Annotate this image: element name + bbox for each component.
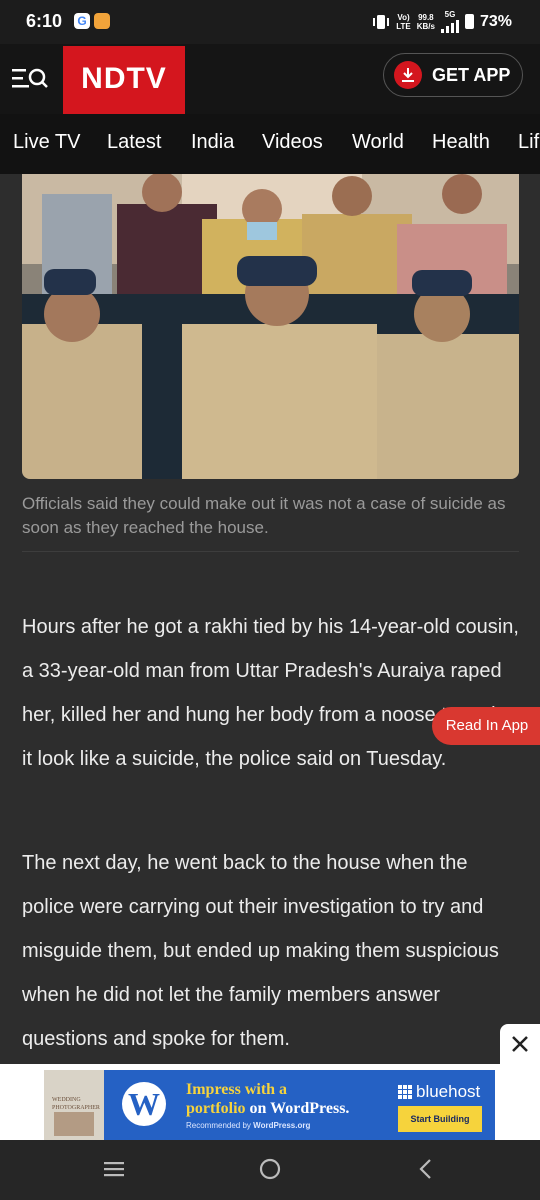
ad-thumb-image [54, 1112, 94, 1136]
get-app-label: GET APP [432, 64, 511, 85]
vibrate-icon [373, 14, 390, 29]
ad-banner-area: WEDDING PHOTOGRAPHER W Impress with a po… [0, 1064, 540, 1140]
status-bar: 6:10 G Vo) LTE 99.8 KB/s 5G 73% [0, 0, 540, 44]
signal-block: 5G [440, 10, 459, 33]
network-type: Vo) LTE [396, 12, 411, 31]
article-body: Officials said they could make out it wa… [0, 174, 540, 1066]
bluehost-grid-icon [398, 1085, 412, 1099]
system-navigation-bar [0, 1140, 540, 1200]
signal-icon [440, 19, 459, 33]
google-icon: G [74, 13, 90, 29]
battery-icon [464, 14, 474, 29]
download-icon [394, 61, 422, 89]
back-icon[interactable] [414, 1157, 438, 1181]
battery-percent: 73% [479, 12, 512, 30]
read-in-app-button[interactable]: Read In App [432, 707, 540, 745]
menu-search-icon[interactable] [12, 66, 48, 92]
status-right: Vo) LTE 99.8 KB/s 5G 73% [372, 10, 512, 33]
tab-lifestyle[interactable]: Lif [518, 131, 539, 154]
ndtv-logo[interactable]: NDTV [63, 46, 185, 116]
ad-close-button[interactable] [500, 1024, 540, 1064]
article-photo [22, 174, 519, 479]
site-header: NDTV GET APP [0, 44, 540, 116]
tab-live-tv[interactable]: Live TV [13, 131, 80, 154]
bluehost-ad[interactable]: WEDDING PHOTOGRAPHER W Impress with a po… [44, 1070, 495, 1140]
tab-world[interactable]: World [352, 131, 404, 154]
recents-icon[interactable] [102, 1157, 126, 1181]
wordpress-logo-icon: W [122, 1082, 166, 1126]
notification-app-icon [94, 13, 110, 29]
caption-divider [22, 551, 519, 552]
tab-health[interactable]: Health [432, 131, 490, 154]
ad-recommended: Recommended by WordPress.org [186, 1121, 311, 1130]
network-speed: 99.8 KB/s [416, 12, 435, 31]
ad-thumbnail: WEDDING PHOTOGRAPHER [44, 1070, 104, 1140]
ad-cta-button[interactable]: Start Building [398, 1106, 482, 1132]
home-icon[interactable] [258, 1157, 282, 1181]
ad-thumb-text: WEDDING PHOTOGRAPHER [52, 1097, 100, 1111]
tab-latest[interactable]: Latest [107, 131, 161, 154]
category-nav: Live TV Latest India Videos World Health… [0, 114, 540, 174]
get-app-button[interactable]: GET APP [383, 53, 523, 97]
photo-caption: Officials said they could make out it wa… [22, 494, 506, 537]
tab-videos[interactable]: Videos [262, 131, 323, 154]
status-time: 6:10 [26, 11, 63, 31]
article-paragraph-2: The next day, he went back to the house … [22, 852, 499, 1050]
ad-headline: Impress with a portfolio on WordPress. [186, 1081, 350, 1117]
bluehost-brand: bluehost [398, 1082, 480, 1102]
article-paragraph-1: Hours after he got a rakhi tied by his 1… [22, 616, 519, 770]
close-icon [512, 1036, 528, 1052]
tab-india[interactable]: India [191, 131, 234, 154]
